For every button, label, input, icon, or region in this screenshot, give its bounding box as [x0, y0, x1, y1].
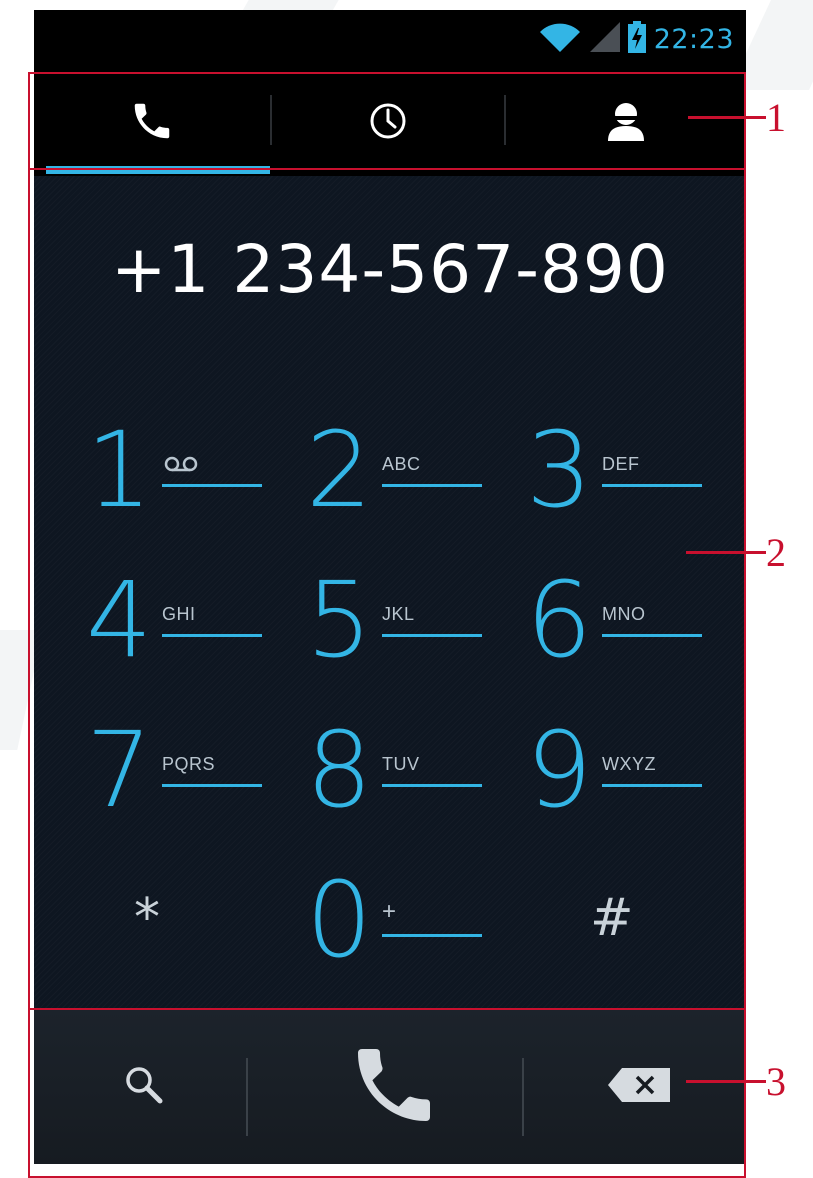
key-letters: +: [382, 898, 397, 925]
key-6[interactable]: 6 MNO: [486, 562, 708, 692]
key-hash[interactable]: #: [486, 862, 708, 992]
key-1[interactable]: 1: [46, 412, 268, 542]
signal-icon: [589, 21, 620, 57]
status-bar: 22:23: [34, 10, 746, 70]
callout-label-1: 1: [766, 95, 786, 140]
action-bar: [34, 1010, 746, 1164]
key-digit: 6: [526, 559, 593, 681]
key-symbol: #: [590, 888, 634, 948]
key-0[interactable]: 0 +: [266, 862, 488, 992]
key-digit: 2: [306, 409, 373, 531]
key-underline: [162, 784, 262, 787]
clock-icon: [368, 101, 408, 146]
key-digit: 0: [306, 859, 373, 981]
key-3[interactable]: 3 DEF: [486, 412, 708, 542]
phone-screen: 22:23 +1 234-567-890 1 2 ABC 3 DEF 4 GHI…: [34, 10, 746, 1164]
status-time: 22:23: [653, 23, 734, 55]
wifi-icon: [538, 22, 582, 57]
action-divider: [522, 1058, 524, 1136]
battery-charging-icon: [627, 20, 646, 58]
key-5[interactable]: 5 JKL: [266, 562, 488, 692]
key-underline: [602, 484, 702, 487]
key-7[interactable]: 7 PQRS: [46, 712, 268, 842]
key-4[interactable]: 4 GHI: [46, 562, 268, 692]
key-letters: TUV: [382, 754, 420, 774]
callout-line-3: [686, 1080, 766, 1083]
key-underline: [602, 634, 702, 637]
callout-line-1: [688, 116, 766, 119]
backspace-button[interactable]: [554, 1010, 724, 1164]
key-digit: 5: [306, 559, 373, 681]
key-underline: [602, 784, 702, 787]
search-button[interactable]: [74, 1010, 214, 1164]
dialed-number[interactable]: +1 234-567-890: [34, 231, 746, 308]
key-digit: 8: [306, 709, 373, 831]
key-letters: PQRS: [162, 754, 216, 774]
search-icon: [124, 1065, 164, 1110]
key-underline: [382, 484, 482, 487]
key-9[interactable]: 9 WXYZ: [486, 712, 708, 842]
key-digit: 7: [86, 709, 153, 831]
key-underline: [162, 634, 262, 637]
key-letters: DEF: [602, 454, 640, 474]
call-icon: [346, 1037, 442, 1138]
active-tab-indicator: [46, 166, 270, 174]
key-star[interactable]: *: [46, 862, 268, 992]
key-2[interactable]: 2 ABC: [266, 412, 488, 542]
backspace-icon: [608, 1067, 670, 1107]
callout-label-2: 2: [766, 530, 786, 575]
action-divider: [246, 1058, 248, 1136]
tab-bar: [34, 70, 746, 176]
key-underline: [382, 934, 482, 937]
tab-call-log[interactable]: [272, 70, 504, 176]
key-digit: 9: [526, 709, 593, 831]
key-letters: WXYZ: [602, 754, 656, 774]
tab-contacts[interactable]: [506, 70, 746, 176]
key-letters: GHI: [162, 604, 196, 624]
key-8[interactable]: 8 TUV: [266, 712, 488, 842]
key-letters: ABC: [382, 454, 421, 474]
key-underline: [162, 484, 262, 487]
callout-label-3: 3: [766, 1059, 786, 1104]
key-underline: [382, 784, 482, 787]
key-digit: 4: [86, 559, 153, 681]
phone-icon: [129, 98, 175, 149]
key-digit: 1: [86, 409, 153, 531]
dialpad-area: +1 234-567-890 1 2 ABC 3 DEF 4 GHI 5 JKL…: [34, 176, 746, 1010]
key-symbol: *: [134, 888, 160, 948]
contact-icon: [604, 99, 648, 148]
key-underline: [382, 634, 482, 637]
voicemail-icon: [164, 456, 198, 477]
tab-dialer[interactable]: [34, 70, 270, 176]
key-digit: 3: [526, 409, 593, 531]
call-button[interactable]: [274, 1010, 514, 1164]
key-letters: MNO: [602, 604, 646, 624]
callout-line-2: [686, 551, 766, 554]
key-letters: JKL: [382, 604, 415, 624]
